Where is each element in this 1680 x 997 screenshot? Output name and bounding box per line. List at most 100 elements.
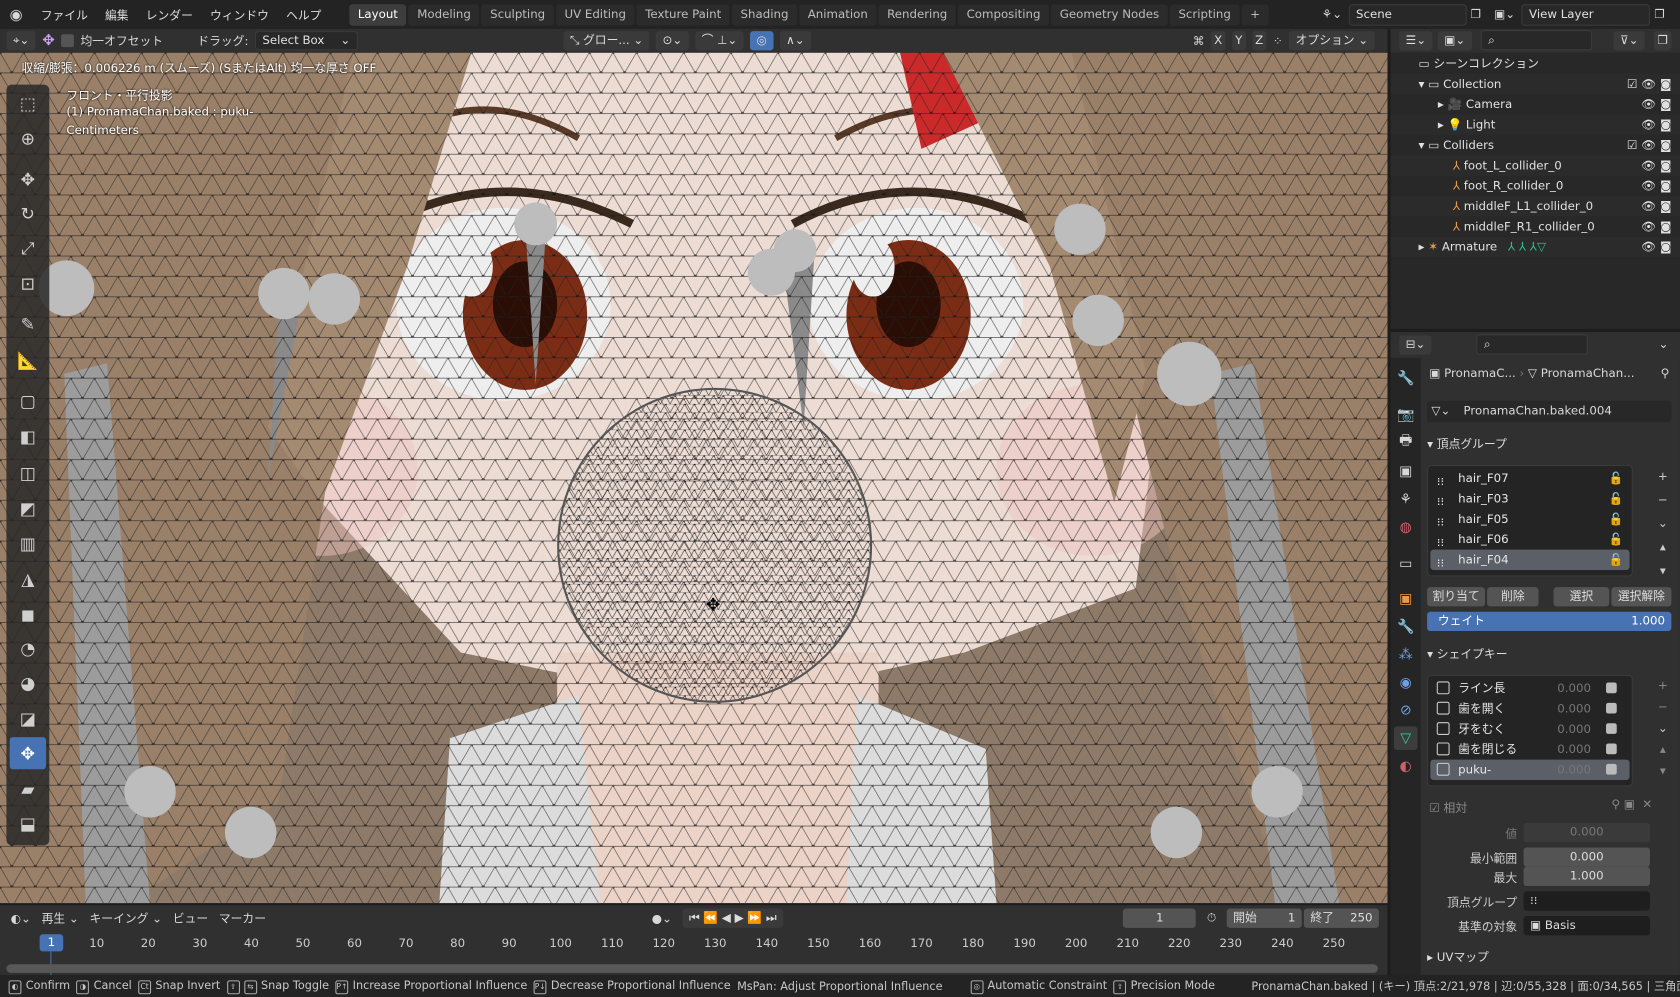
scene-collection-row[interactable]: ▭ シーンコレクション xyxy=(1391,54,1680,74)
move-up-icon[interactable]: ▴ xyxy=(1654,536,1671,560)
remove-button[interactable]: 削除 xyxy=(1487,587,1538,606)
menu-render[interactable]: レンダー xyxy=(137,6,201,23)
shape-key-item[interactable]: ライン長0.000 xyxy=(1430,678,1629,698)
outliner-row-colliders[interactable]: ▾ ▭ Colliders☑ 👁 ◙ xyxy=(1391,135,1680,155)
mirror-x[interactable]: X xyxy=(1211,31,1226,50)
add-cube-tool-icon[interactable]: ▢ xyxy=(10,385,46,417)
lock-icon[interactable]: 🔓 xyxy=(1608,509,1623,529)
min-range-field[interactable]: 0.000 xyxy=(1524,847,1650,866)
particles-tab-icon[interactable]: ⁂ xyxy=(1394,643,1418,667)
select-button[interactable]: 選択 xyxy=(1554,587,1610,606)
pin-icon[interactable]: ⚲ xyxy=(1661,366,1670,380)
scene-tab-icon[interactable]: ⚘ xyxy=(1394,487,1418,511)
physics-tab-icon[interactable]: ◉ xyxy=(1394,671,1418,695)
select-box-tool-icon[interactable]: ⬚ xyxy=(10,87,46,119)
vertex-group-item[interactable]: ⁝⁝hair_F06🔓 xyxy=(1430,529,1629,549)
max-field[interactable]: 1.000 xyxy=(1524,867,1650,886)
rotate-tool-icon[interactable]: ↻ xyxy=(10,197,46,229)
shrink-fatten-tool-icon[interactable]: ✥ xyxy=(10,737,46,769)
lock-icon[interactable]: 🔓 xyxy=(1608,529,1623,549)
shape-key-item[interactable]: 歯を閉じる0.000 xyxy=(1430,739,1629,759)
outliner-row-middlef-l1[interactable]: ⅄ middleF_L1_collider_0👁 ◙ xyxy=(1391,196,1680,216)
shape-key-checkbox[interactable] xyxy=(1606,723,1617,734)
remove-vertex-group-icon[interactable]: − xyxy=(1654,489,1671,513)
weight-slider[interactable]: ウェイト1.000 xyxy=(1427,612,1671,631)
vertex-group-item[interactable]: ⁝⁝hair_F05🔓 xyxy=(1430,509,1629,529)
vertex-group-item[interactable]: ⁝⁝hair_F03🔓 xyxy=(1430,489,1629,509)
menu-help[interactable]: ヘルプ xyxy=(277,6,329,23)
shape-key-checkbox[interactable] xyxy=(1606,764,1617,775)
constraints-tab-icon[interactable]: ⊘ xyxy=(1394,699,1418,723)
shear-tool-icon[interactable]: ▰ xyxy=(10,772,46,804)
filter-icon[interactable]: ⊽⌄ xyxy=(1614,31,1645,50)
spin-tool-icon[interactable]: ◔ xyxy=(10,632,46,664)
proportional-edit-toggle[interactable]: ◎ xyxy=(750,31,773,50)
relative-checkbox[interactable]: ☑ 相対 xyxy=(1429,799,1467,816)
shape-key-value[interactable]: 0.000 xyxy=(1557,678,1591,698)
shape-key-checkbox[interactable] xyxy=(1606,744,1617,755)
edge-slide-tool-icon[interactable]: ◪ xyxy=(10,702,46,734)
tab-rendering[interactable]: Rendering xyxy=(879,4,956,25)
drag-select[interactable]: Select Box ⌄ xyxy=(255,31,358,50)
output-tab-icon[interactable]: 🖶 xyxy=(1394,431,1418,455)
outliner-row-camera[interactable]: ▸ 🎥 Camera👁 ◙ xyxy=(1391,94,1680,114)
annotate-tool-icon[interactable]: ✎ xyxy=(10,307,46,339)
shape-key-checkbox[interactable] xyxy=(1606,703,1617,714)
outliner-row-foot-r[interactable]: ⅄ foot_R_collider_0👁 ◙ xyxy=(1391,176,1680,196)
tab-shading[interactable]: Shading xyxy=(732,4,797,25)
outliner-row-middlef-r1[interactable]: ⅄ middleF_R1_collider_0👁 ◙ xyxy=(1391,216,1680,236)
menu-file[interactable]: ファイル xyxy=(32,6,96,23)
colliders-visibility-icons[interactable]: ☑ 👁 ◙ xyxy=(1627,135,1671,155)
scene-icon[interactable]: ⚘⌄ xyxy=(1322,7,1342,21)
relative-to-field[interactable]: ▣ Basis xyxy=(1524,916,1650,935)
scene-selector[interactable]: Scene xyxy=(1348,4,1466,25)
shape-key-up-icon[interactable]: ▴ xyxy=(1654,739,1671,760)
shape-key-value[interactable]: 0.000 xyxy=(1557,719,1591,739)
timeline-scrollbar[interactable] xyxy=(6,964,1377,973)
add-workspace-button[interactable]: + xyxy=(1242,4,1269,25)
lock-icon[interactable]: 🔓 xyxy=(1608,550,1623,570)
tab-geometry-nodes[interactable]: Geometry Nodes xyxy=(1051,4,1168,25)
move-down-icon[interactable]: ▾ xyxy=(1654,559,1671,583)
view-layer-selector[interactable]: View Layer xyxy=(1522,4,1651,25)
uv-maps-header[interactable]: ▸ UVマップ xyxy=(1427,948,1489,965)
inset-tool-icon[interactable]: ◫ xyxy=(10,456,46,488)
world-tab-icon[interactable]: ◍ xyxy=(1394,515,1418,539)
snap-toggle[interactable]: ⌒ ⊥⌄ xyxy=(695,31,744,50)
remove-shape-key-icon[interactable]: − xyxy=(1654,696,1671,717)
tool-tab-icon[interactable]: 🔧 xyxy=(1394,366,1418,390)
outliner-row-light[interactable]: ▸ 💡 Light👁 ◙ xyxy=(1391,115,1680,135)
transform-pivot-icon[interactable]: ⌖⌄ xyxy=(6,31,35,50)
tab-layout[interactable]: Layout xyxy=(349,4,406,25)
measure-tool-icon[interactable]: 📐 xyxy=(10,344,46,376)
loop-cut-tool-icon[interactable]: ▥ xyxy=(10,527,46,559)
scale-tool-icon[interactable]: ⤢ xyxy=(10,232,46,264)
options-menu[interactable]: オプション ⌄ xyxy=(1289,31,1374,50)
rip-tool-icon[interactable]: ⬓ xyxy=(10,807,46,839)
lock-icon[interactable]: 🔓 xyxy=(1608,489,1623,509)
material-tab-icon[interactable]: ◐ xyxy=(1394,754,1418,778)
vertex-group-item[interactable]: ⁝⁝hair_F07🔓 xyxy=(1430,468,1629,488)
tab-sculpting[interactable]: Sculpting xyxy=(482,4,554,25)
mesh-data-selector[interactable]: ▽⌄ PronamaChan.baked.004 xyxy=(1427,401,1671,422)
view-layer-icon[interactable]: ▣⌄ xyxy=(1494,7,1515,21)
armature-visibility-icons[interactable]: 👁 ◙ xyxy=(1641,237,1671,257)
foot-l-visibility-icons[interactable]: 👁 ◙ xyxy=(1641,155,1671,175)
shape-key-tools-icons[interactable]: ⚲ ▣ ✕ xyxy=(1611,797,1652,811)
poly-build-tool-icon[interactable]: ◼ xyxy=(10,598,46,630)
deselect-button[interactable]: 選択解除 xyxy=(1611,587,1671,606)
new-collection-icon[interactable]: ❐ xyxy=(1654,31,1671,50)
falloff-select[interactable]: ∧⌄ xyxy=(780,31,811,50)
vertex-group-menu-icon[interactable]: ⌄ xyxy=(1654,512,1671,536)
tab-texture-paint[interactable]: Texture Paint xyxy=(637,4,730,25)
tab-scripting[interactable]: Scripting xyxy=(1170,4,1240,25)
tab-compositing[interactable]: Compositing xyxy=(958,4,1049,25)
new-view-layer-icon[interactable]: ❐ xyxy=(1654,7,1665,21)
middlef-l1-visibility-icons[interactable]: 👁 ◙ xyxy=(1641,196,1671,216)
shape-key-value[interactable]: 0.000 xyxy=(1557,739,1591,759)
shape-key-value[interactable]: 0.000 xyxy=(1557,699,1591,719)
extrude-tool-icon[interactable]: ◧ xyxy=(10,420,46,452)
add-shape-key-icon[interactable]: + xyxy=(1654,675,1671,696)
shape-key-item[interactable]: 牙をむく0.000 xyxy=(1430,719,1629,739)
properties-options-icon[interactable]: ⌄ xyxy=(1659,337,1669,351)
